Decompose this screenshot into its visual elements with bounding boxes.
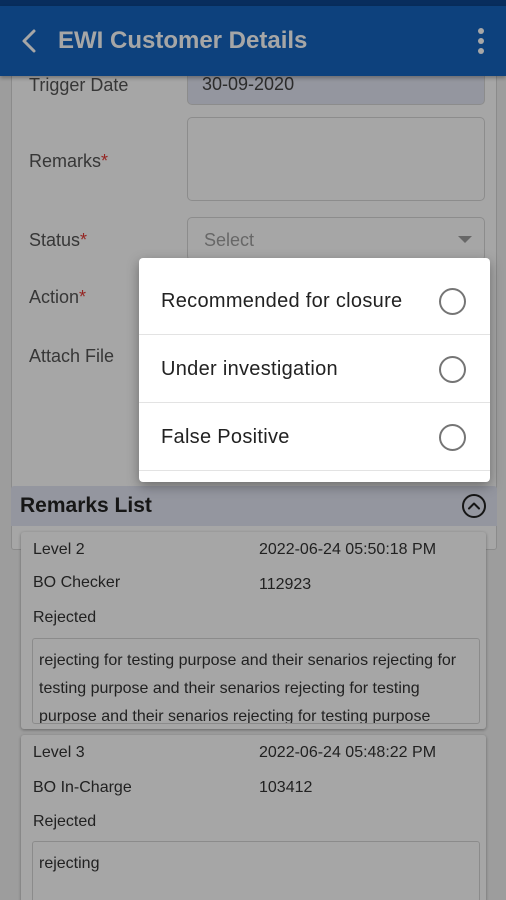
option-label: False Positive	[161, 425, 290, 448]
option-label: Recommended for closure	[161, 289, 403, 312]
option-label: Under investigation	[161, 357, 338, 380]
radio-unchecked-icon[interactable]	[439, 287, 466, 315]
option-recommended-for-closure[interactable]: Recommended for closure	[139, 268, 490, 335]
option-under-investigation[interactable]: Under investigation	[139, 336, 490, 403]
action-options-popup: Recommended for closure Under investigat…	[139, 258, 490, 482]
radio-unchecked-icon[interactable]	[439, 423, 466, 451]
radio-unchecked-icon[interactable]	[439, 355, 466, 383]
option-false-positive[interactable]: False Positive	[139, 404, 490, 471]
